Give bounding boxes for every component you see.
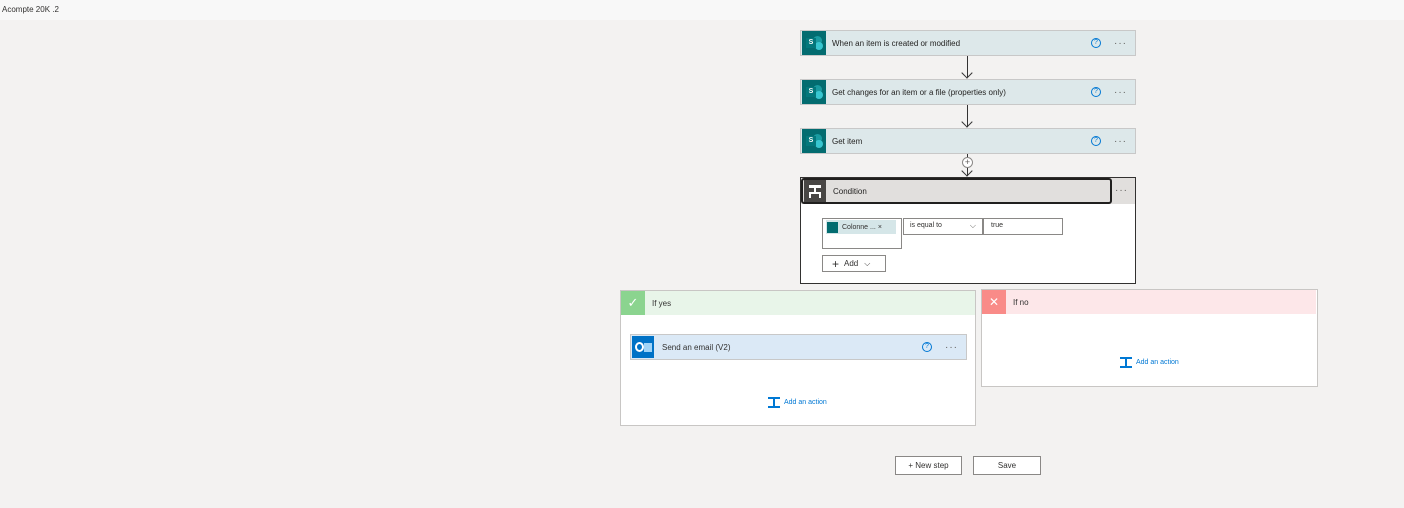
help-icon[interactable]: ? [1091, 38, 1101, 48]
add-an-action-link[interactable]: Add an action [1120, 357, 1179, 368]
sharepoint-icon: S [802, 80, 826, 104]
arrow-head [961, 67, 973, 79]
dynamic-content-token[interactable]: Colonne ... × [826, 220, 896, 234]
help-icon[interactable]: ? [1091, 87, 1101, 97]
if-no-branch: ✕ If no Add an action [981, 289, 1318, 387]
arrow-head [961, 165, 973, 177]
more-options-icon[interactable]: ··· [1114, 38, 1127, 49]
more-options-icon[interactable]: ··· [1115, 185, 1128, 196]
if-yes-branch: ✓ If yes Send an email (V2) ? ··· Add an… [620, 290, 976, 426]
token-label: Colonne ... [842, 223, 876, 231]
if-no-label: If no [1013, 297, 1029, 307]
operator-value: is equal to [910, 222, 942, 229]
if-no-header[interactable]: ✕ If no [982, 290, 1316, 314]
step-get-changes-card[interactable]: S Get changes for an item or a file (pro… [800, 79, 1136, 105]
condition-value-input[interactable]: true [983, 218, 1063, 235]
add-an-action-link[interactable]: Add an action [768, 397, 827, 408]
remove-token-icon[interactable]: × [878, 224, 882, 231]
close-icon: ✕ [982, 290, 1006, 314]
more-options-icon[interactable]: ··· [1114, 87, 1127, 98]
condition-operator-select[interactable]: is equal to ⌵ [903, 218, 983, 235]
add-action-icon [1120, 357, 1132, 368]
add-action-label: Add an action [1136, 359, 1179, 366]
help-icon[interactable]: ? [922, 342, 932, 352]
new-step-button[interactable]: + New step [895, 456, 962, 475]
if-yes-label: If yes [652, 298, 672, 308]
more-options-icon[interactable]: ··· [1114, 136, 1127, 147]
sharepoint-icon: S [802, 129, 826, 153]
sharepoint-icon: S [802, 31, 826, 55]
add-action-label: Add an action [784, 399, 827, 406]
add-label: Add [844, 259, 859, 268]
more-options-icon[interactable]: ··· [945, 342, 958, 353]
if-yes-header[interactable]: ✓ If yes [621, 291, 975, 315]
step-title: Get item [832, 136, 863, 146]
condition-card: Condition ··· Colonne ... × is equal to … [800, 177, 1136, 284]
send-email-card[interactable]: Send an email (V2) ? ··· [630, 334, 967, 360]
check-icon: ✓ [621, 291, 645, 315]
step-trigger-card[interactable]: S When an item is created or modified ? … [800, 30, 1136, 56]
arrow-head [961, 116, 973, 128]
sharepoint-icon [827, 221, 838, 233]
add-action-icon [768, 397, 780, 408]
save-button[interactable]: Save [973, 456, 1041, 475]
chevron-down-icon: ⌵ [864, 258, 871, 268]
chevron-down-icon: ⌵ [969, 221, 976, 230]
add-condition-button[interactable]: + Add ⌵ [822, 255, 886, 272]
help-icon[interactable]: ? [1091, 136, 1101, 146]
condition-left-operand[interactable]: Colonne ... × [822, 218, 902, 249]
plus-icon: + [832, 256, 840, 271]
step-get-item-card[interactable]: S Get item ? ··· [800, 128, 1136, 154]
step-title: Send an email (V2) [662, 342, 731, 352]
step-title: When an item is created or modified [832, 38, 961, 48]
outlook-icon [632, 336, 654, 358]
condition-title: Condition [833, 186, 867, 196]
condition-icon [804, 180, 826, 202]
step-title: Get changes for an item or a file (prope… [832, 87, 1006, 97]
condition-header[interactable]: Condition [801, 178, 1112, 204]
flow-title: Acompte 20K .2 [0, 0, 1404, 20]
